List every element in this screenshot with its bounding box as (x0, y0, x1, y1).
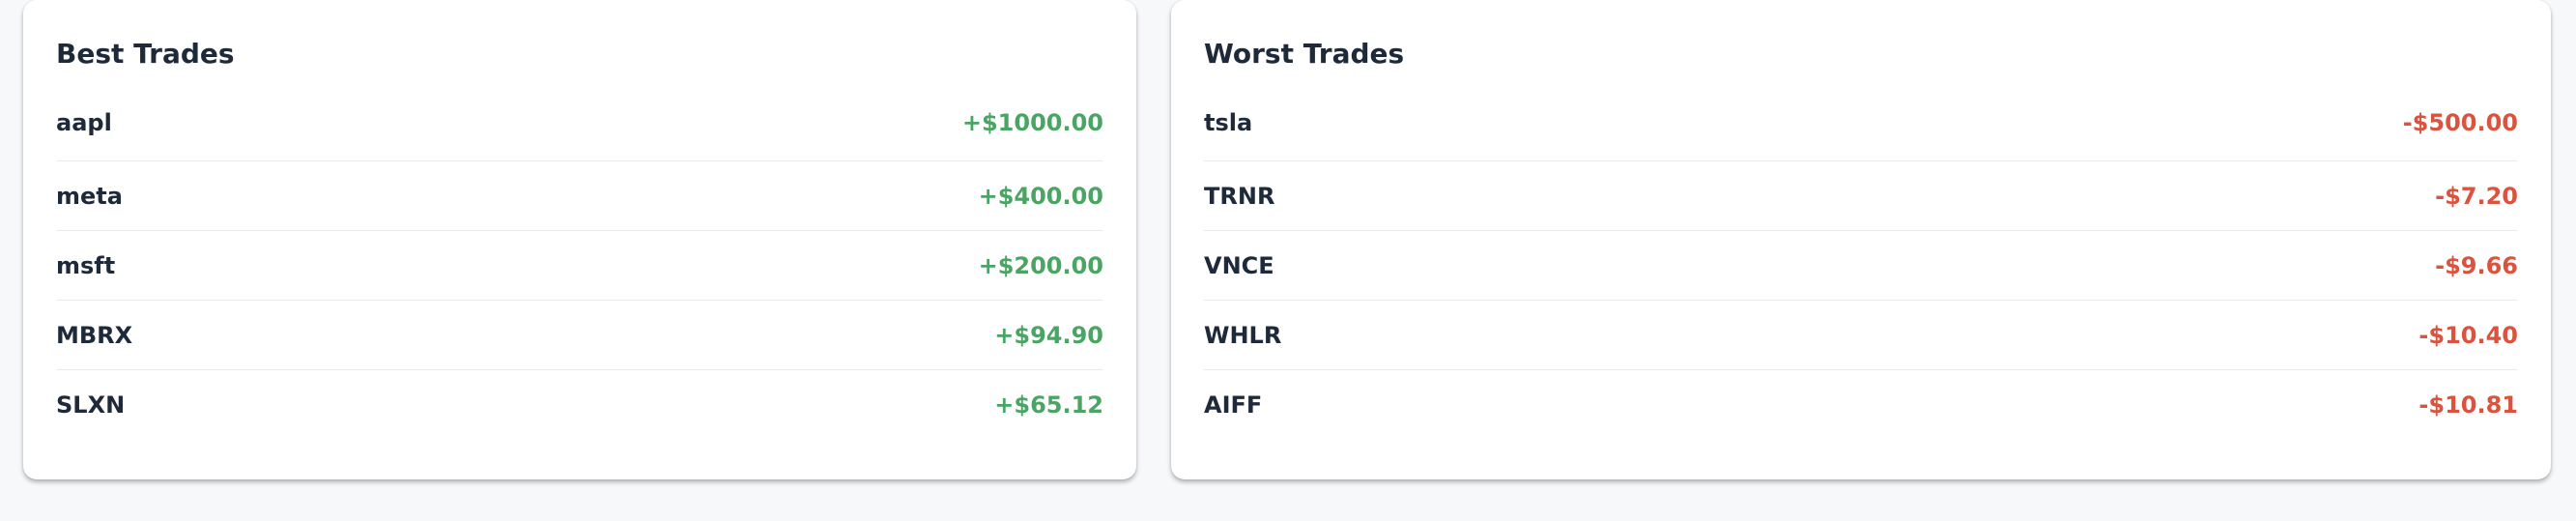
trade-symbol: meta (56, 182, 123, 210)
trade-loss: -$10.40 (2419, 321, 2518, 349)
trade-row: MBRX +$94.90 (56, 301, 1103, 370)
trade-symbol: AIFF (1204, 391, 1263, 419)
best-trades-list: aapl +$1000.00 meta +$400.00 msft +$200.… (56, 101, 1103, 440)
worst-trades-card: Worst Trades tsla -$500.00 TRNR -$7.20 V… (1171, 0, 2551, 479)
trade-symbol: tsla (1204, 109, 1253, 136)
trade-symbol: WHLR (1204, 321, 1282, 349)
trade-loss: -$7.20 (2435, 182, 2518, 210)
worst-trades-list: tsla -$500.00 TRNR -$7.20 VNCE -$9.66 WH… (1204, 101, 2518, 440)
trade-row: tsla -$500.00 (1204, 101, 2518, 161)
trade-row: SLXN +$65.12 (56, 370, 1103, 440)
best-trades-card: Best Trades aapl +$1000.00 meta +$400.00… (23, 0, 1136, 479)
trade-symbol: msft (56, 251, 116, 279)
trade-loss: -$9.66 (2435, 251, 2518, 279)
best-trades-title: Best Trades (56, 38, 235, 70)
trade-row: meta +$400.00 (56, 161, 1103, 231)
trade-symbol: MBRX (56, 321, 133, 349)
trade-loss: -$10.81 (2419, 391, 2518, 419)
trade-row: msft +$200.00 (56, 231, 1103, 301)
trade-symbol: SLXN (56, 391, 126, 419)
trade-row: aapl +$1000.00 (56, 101, 1103, 161)
trade-loss: -$500.00 (2402, 109, 2518, 136)
trade-profit: +$1000.00 (961, 109, 1103, 136)
trade-profit: +$65.12 (994, 391, 1103, 419)
trade-row: WHLR -$10.40 (1204, 301, 2518, 370)
trade-profit: +$400.00 (978, 182, 1103, 210)
trade-symbol: aapl (56, 109, 112, 136)
trade-row: AIFF -$10.81 (1204, 370, 2518, 440)
trade-row: VNCE -$9.66 (1204, 231, 2518, 301)
trade-profit: +$200.00 (978, 251, 1103, 279)
trade-profit: +$94.90 (994, 321, 1103, 349)
trade-row: TRNR -$7.20 (1204, 161, 2518, 231)
trade-symbol: VNCE (1204, 251, 1274, 279)
trade-symbol: TRNR (1204, 182, 1275, 210)
worst-trades-title: Worst Trades (1204, 38, 1405, 70)
